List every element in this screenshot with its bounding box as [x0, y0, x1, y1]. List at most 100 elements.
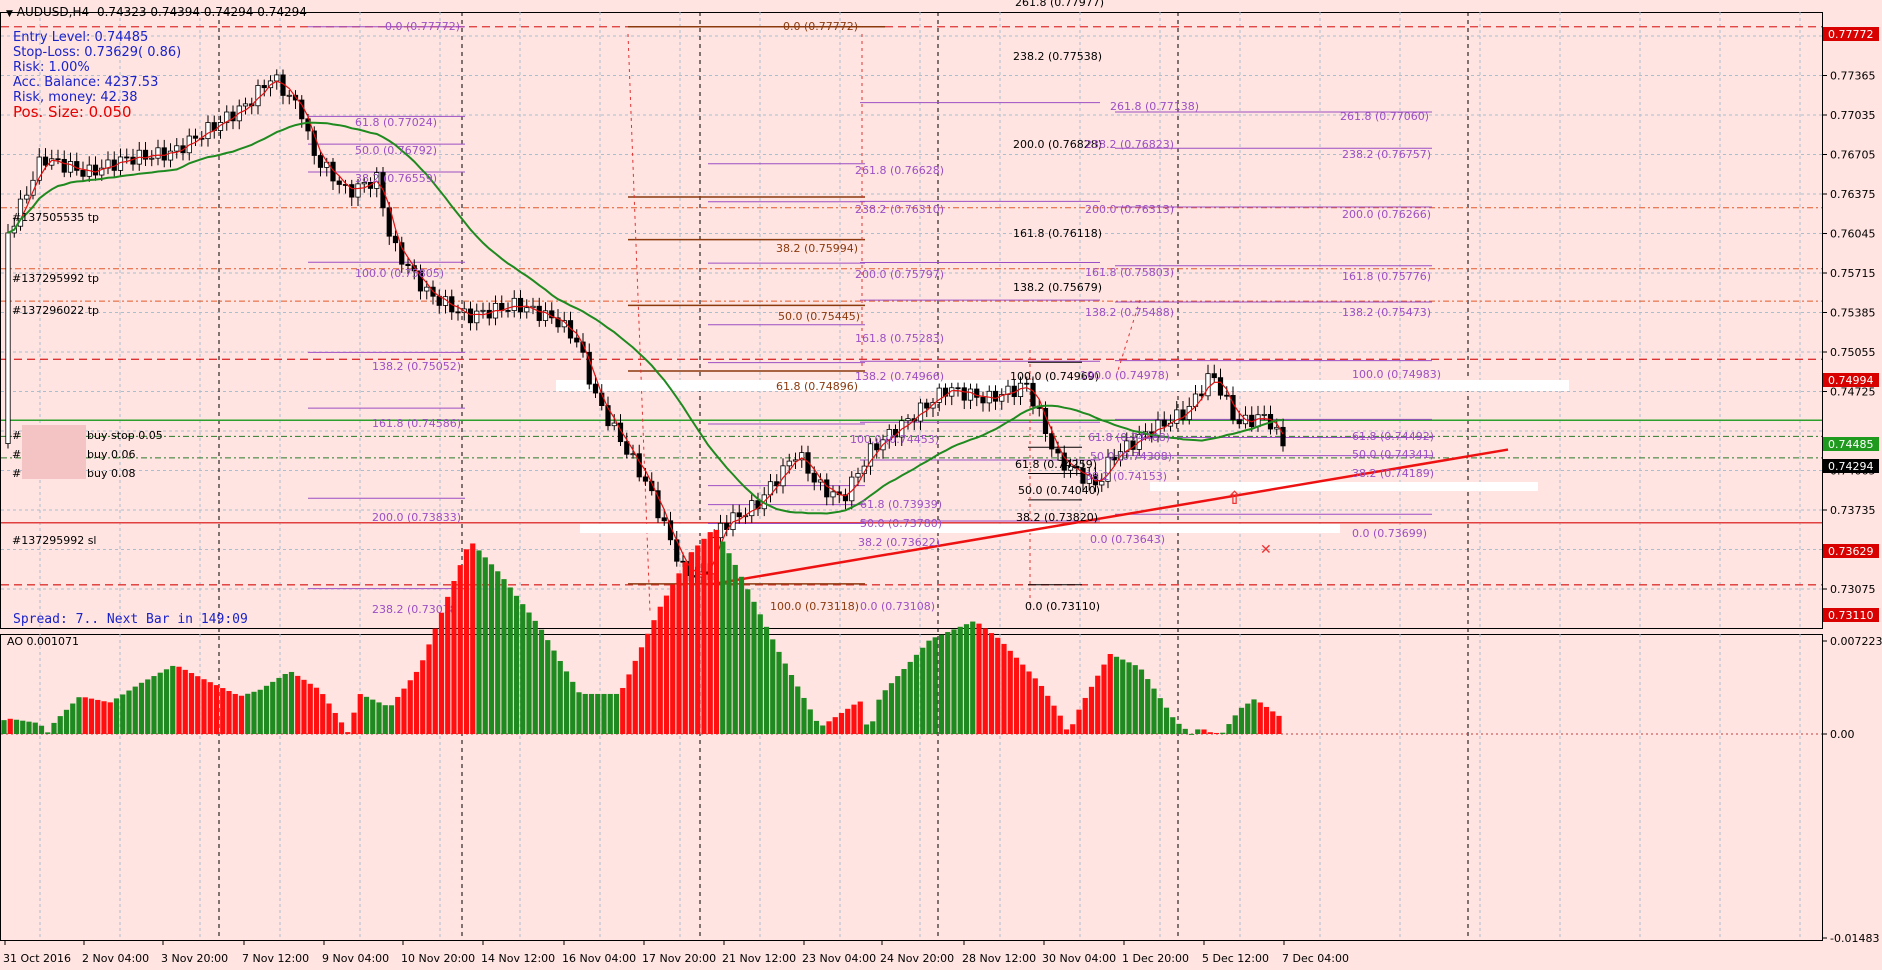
bear-candle — [824, 479, 830, 498]
bear-candle — [636, 453, 642, 478]
ao-bar — [370, 699, 376, 734]
bear-candle — [1211, 373, 1217, 379]
bull-candle — [905, 418, 911, 422]
mt4-chart-window: ⇧ ✕ 0.0 (0.77772) 61.8 (0.77024) 50.0 (0.767… — [0, 0, 1882, 970]
price-tick-label: 0.75055 — [1830, 346, 1876, 359]
bear-candle — [517, 297, 524, 313]
ao-bar — [838, 712, 845, 734]
price-chart[interactable]: ⇧ ✕ 0.0 (0.77772) 61.8 (0.77024) 50.0 (0.767… — [0, 0, 1882, 970]
bear-candle — [455, 311, 461, 314]
close-x-icon: ✕ — [1260, 542, 1272, 558]
ao-bar — [82, 697, 88, 734]
fib-level-label: 200.0 (0.73833) — [372, 511, 461, 524]
ao-bar — [1026, 671, 1032, 734]
ao-bar — [1163, 707, 1170, 734]
fib-level-label: 0.0 (0.73110) — [1025, 600, 1100, 613]
ao-bar — [657, 606, 663, 734]
fib-level-label: 161.8 (0.75283) — [855, 332, 944, 345]
ao-bar — [695, 545, 701, 734]
bull-candle — [830, 491, 836, 498]
ao-bar — [20, 720, 26, 734]
ao-bar — [982, 628, 988, 734]
ao-bar — [307, 683, 313, 734]
account-balance: Acc. Balance: 4237.53 — [13, 75, 159, 90]
ao-bar — [857, 701, 863, 734]
bear-candle — [55, 158, 61, 161]
ao-bar — [807, 709, 813, 734]
ao-bar — [926, 640, 932, 734]
ao-bar — [595, 693, 601, 734]
fib-level-label: 61.8 (0.73939) — [860, 498, 942, 511]
price-tag: 0.74485 — [1828, 438, 1874, 451]
time-tick-label: 23 Nov 04:00 — [802, 952, 876, 965]
time-tick-label: 2 Nov 04:00 — [82, 952, 149, 965]
fib-level-label: 261.8 (0.77060) — [1340, 110, 1429, 123]
fib-level-label: 161.8 (0.75803) — [1085, 266, 1174, 279]
bull-candle — [205, 122, 211, 140]
ao-bar — [145, 679, 151, 734]
ao-bar — [338, 722, 345, 734]
fib-level-label: 200.0 (0.76266) — [1342, 208, 1431, 221]
bear-candle — [1280, 426, 1286, 447]
fib-level-label: 38.2 (0.75994) — [776, 242, 858, 255]
price-tick-label: 0.73735 — [1830, 504, 1876, 517]
ao-bar — [26, 721, 32, 734]
ao-bar — [1038, 685, 1045, 734]
ao-bar — [32, 722, 38, 734]
price-tick-label: 0.77035 — [1830, 109, 1876, 122]
bull-candle — [155, 147, 161, 159]
ao-bar — [213, 685, 220, 734]
ao-bar — [95, 699, 101, 734]
bear-candle — [955, 387, 961, 390]
fib-level-label: 138.2 (0.75488) — [1085, 306, 1174, 319]
ao-bar — [795, 686, 801, 734]
ao-bar — [1157, 698, 1163, 734]
ao-bar — [1207, 732, 1213, 734]
ao-bar — [726, 553, 732, 734]
order-labels: # # # #137505535 tp #137295992 tp #137296022 … — [12, 211, 163, 547]
fib-level-label: 100.0 (0.73118) — [770, 600, 859, 613]
ao-bar — [907, 661, 913, 734]
ao-bar — [101, 701, 107, 734]
ao-bar — [707, 532, 713, 734]
ao-bar — [663, 595, 670, 734]
ao-bar — [945, 632, 951, 734]
ao-bar — [588, 693, 595, 734]
ao-bar — [601, 693, 607, 734]
ao-bar — [645, 633, 651, 734]
ao-bar — [1045, 695, 1051, 734]
bull-candle — [786, 460, 792, 467]
ao-bar — [7, 718, 13, 734]
ao-bar — [1188, 733, 1195, 735]
bear-candle — [1217, 377, 1224, 396]
ao-bar — [76, 697, 82, 734]
bull-candle — [1261, 414, 1267, 416]
highlight-zone — [580, 524, 1340, 533]
ao-bar — [263, 685, 270, 734]
ao-bar — [438, 612, 445, 734]
bull-candle — [424, 286, 430, 292]
chevron-down-icon[interactable]: ▼ — [6, 9, 13, 19]
fib-level-label: 238.2 (0.77538) — [1013, 50, 1102, 63]
ao-bar — [13, 719, 20, 734]
chart-header: ▼ AUDUSD,H4 0.74323 0.74394 0.74294 0.74… — [6, 5, 307, 19]
time-tick-label: 3 Nov 20:00 — [161, 952, 228, 965]
bull-candle — [474, 310, 480, 324]
bull-candle — [480, 309, 486, 312]
ao-bar — [57, 716, 63, 734]
ao-bar — [507, 587, 513, 734]
ao-bar — [445, 596, 451, 734]
bear-candle — [467, 308, 474, 324]
bear-candle — [74, 161, 80, 171]
ao-bar — [670, 584, 676, 734]
ao-bar — [488, 564, 495, 734]
fib-level-label: 0.0 (0.73108) — [860, 600, 935, 613]
up-arrow-icon: ⇧ — [1227, 488, 1242, 509]
time-tick-label: 1 Dec 20:00 — [1122, 952, 1189, 965]
order-label: #137505535 tp — [12, 211, 99, 224]
ao-tick-label: -0.01483 — [1830, 932, 1879, 945]
ao-bar — [482, 557, 488, 734]
stop-loss: Stop-Loss: 0.73629( 0.86) — [13, 45, 182, 60]
fib-level-label: 38.2 (0.73820) — [1016, 511, 1098, 524]
ao-bar — [226, 691, 232, 734]
